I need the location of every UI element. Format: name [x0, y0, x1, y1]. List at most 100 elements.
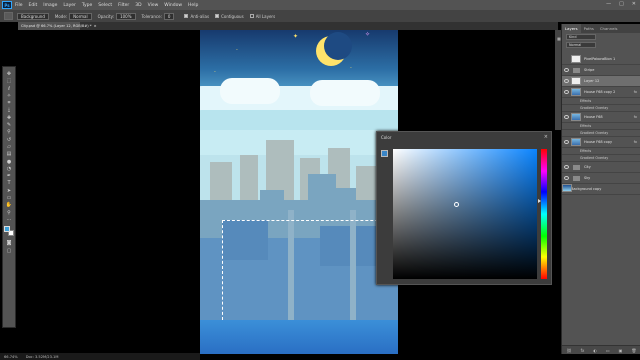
maximize-button[interactable]: □ — [619, 1, 624, 7]
water-artwork — [200, 320, 398, 354]
layer-row[interactable]: House F68 copy 2 fx — [562, 87, 640, 98]
contiguous-checkbox[interactable] — [215, 14, 220, 18]
dodge-tool-icon[interactable]: ◔ — [5, 166, 13, 172]
color-panel-close[interactable]: × — [544, 134, 548, 140]
crop-tool-icon[interactable]: ⌗ — [5, 100, 13, 106]
layer-row[interactable]: Sky — [562, 173, 640, 184]
layer-thumbnail — [571, 77, 581, 85]
link-layers-icon[interactable]: ⛓ — [567, 348, 572, 353]
fx-badge[interactable]: fx — [634, 115, 637, 119]
tab-channels[interactable]: Channels — [597, 24, 621, 33]
minimize-button[interactable]: — — [606, 1, 611, 7]
quick-mask-icon[interactable]: ◙ — [5, 240, 13, 246]
stamp-tool-icon[interactable]: ⚲ — [5, 129, 13, 135]
layer-row[interactable]: Stripe — [562, 65, 640, 76]
menu-file[interactable]: File — [15, 3, 23, 8]
document-canvas[interactable]: ✦ · ✧ · · — [200, 30, 398, 354]
more-tools-icon[interactable]: ⋯ — [5, 217, 13, 223]
marching-ants-selection — [222, 220, 398, 320]
saturation-brightness-field[interactable] — [393, 149, 537, 279]
new-layer-icon[interactable]: ▣ — [619, 348, 623, 353]
magic-wand-preset-icon[interactable] — [4, 12, 13, 20]
menu-view[interactable]: View — [148, 3, 159, 8]
gradient-overlay-row[interactable]: Gradient Overlay — [562, 155, 640, 162]
gradient-overlay-row[interactable]: Gradient Overlay — [562, 105, 640, 112]
eraser-tool-icon[interactable]: ▱ — [5, 144, 13, 150]
color-picker-cursor[interactable] — [454, 202, 459, 207]
brush-tool-icon[interactable]: ✎ — [5, 122, 13, 128]
zoom-tool-icon[interactable]: ⚲ — [5, 210, 13, 216]
layer-row[interactable]: PixelPaboraBion 1 — [562, 54, 640, 65]
tab-layers[interactable]: Layers — [562, 24, 581, 33]
menu-help[interactable]: Help — [188, 3, 198, 8]
fx-badge[interactable]: fx — [634, 90, 637, 94]
visibility-eye-icon[interactable] — [564, 68, 569, 72]
menu-filter[interactable]: Filter — [118, 3, 129, 8]
layers-panel: Layers Paths Channels Kind Normal PixelP… — [561, 24, 640, 354]
layer-row[interactable]: City — [562, 162, 640, 173]
zoom-level[interactable]: 66.74% — [4, 355, 18, 359]
visibility-eye-icon[interactable] — [564, 176, 569, 180]
hue-slider[interactable] — [541, 149, 547, 279]
layer-row[interactable]: House F68 copy fx — [562, 137, 640, 148]
menu-image[interactable]: Image — [43, 3, 57, 8]
layer-row-selected[interactable]: Layer 12 — [562, 76, 640, 87]
shape-tool-icon[interactable]: ▭ — [5, 195, 13, 201]
visibility-eye-icon[interactable] — [564, 115, 569, 119]
menu-layer[interactable]: Layer — [63, 3, 76, 8]
close-window-button[interactable]: ✕ — [632, 1, 636, 7]
all-layers-checkbox[interactable] — [249, 14, 254, 18]
kind-filter-select[interactable]: Kind — [566, 34, 596, 40]
healing-tool-icon[interactable]: ✚ — [5, 115, 13, 121]
layer-thumbnail — [571, 55, 581, 63]
layer-thumbnail — [571, 113, 581, 121]
tolerance-field[interactable]: 0 — [163, 12, 175, 20]
color-panel-fg-swatch[interactable] — [381, 150, 388, 157]
gradient-tool-icon[interactable]: ▤ — [5, 151, 13, 157]
visibility-eye-icon[interactable] — [564, 79, 569, 83]
menu-edit[interactable]: Edit — [29, 3, 38, 8]
mode-select[interactable]: Normal — [69, 12, 92, 20]
pen-tool-icon[interactable]: ✒ — [5, 173, 13, 179]
blur-tool-icon[interactable]: ● — [5, 159, 13, 165]
opacity-field[interactable]: 100% — [116, 12, 136, 20]
hand-tool-icon[interactable]: ✋ — [5, 202, 13, 208]
document-tab[interactable]: City.psd @ 66.7% (Layer 12, RGB/8#) * × — [18, 22, 97, 30]
menu-3d[interactable]: 3D — [135, 3, 141, 8]
foreground-color-swatch[interactable] — [4, 226, 10, 233]
visibility-eye-icon[interactable] — [564, 90, 569, 94]
star-artwork: ✧ — [365, 31, 371, 38]
layer-row[interactable]: Background copy — [562, 184, 640, 195]
document-tab-close[interactable]: × — [94, 24, 97, 28]
blend-mode-row: Normal — [562, 41, 640, 49]
sample-select[interactable]: Background — [17, 12, 49, 20]
eyedropper-tool-icon[interactable]: ⤓ — [5, 107, 13, 113]
delete-layer-icon[interactable]: 🗑 — [631, 348, 636, 353]
blend-mode-select[interactable]: Normal — [566, 42, 596, 48]
moon-shadow — [324, 32, 352, 60]
hue-slider-handle[interactable] — [538, 199, 541, 203]
type-tool-icon[interactable]: T — [5, 180, 13, 186]
move-tool-icon[interactable]: ✥ — [5, 71, 13, 77]
magic-wand-tool-icon[interactable]: ✧ — [5, 93, 13, 99]
add-mask-icon[interactable]: ▭ — [606, 348, 610, 353]
menu-window[interactable]: Window — [164, 3, 182, 8]
visibility-eye-icon[interactable] — [564, 165, 569, 169]
screen-mode-icon[interactable]: ▢ — [5, 248, 13, 254]
adjustment-layer-icon[interactable]: ◐ — [593, 348, 597, 353]
visibility-eye-icon[interactable] — [564, 57, 569, 61]
anti-alias-checkbox[interactable] — [184, 14, 189, 18]
add-style-icon[interactable]: fx — [581, 348, 585, 353]
tab-paths[interactable]: Paths — [581, 24, 597, 33]
layer-row[interactable]: House F68 fx — [562, 112, 640, 123]
layer-name: City — [584, 165, 591, 169]
history-brush-tool-icon[interactable]: ↺ — [5, 137, 13, 143]
lasso-tool-icon[interactable]: ℓ — [5, 86, 13, 92]
menu-select[interactable]: Select — [98, 3, 112, 8]
visibility-eye-icon[interactable] — [564, 140, 569, 144]
fx-badge[interactable]: fx — [634, 140, 637, 144]
gradient-overlay-row[interactable]: Gradient Overlay — [562, 130, 640, 137]
menu-type[interactable]: Type — [82, 3, 92, 8]
path-select-tool-icon[interactable]: ➤ — [5, 188, 13, 194]
marquee-tool-icon[interactable]: ⬚ — [5, 78, 13, 84]
